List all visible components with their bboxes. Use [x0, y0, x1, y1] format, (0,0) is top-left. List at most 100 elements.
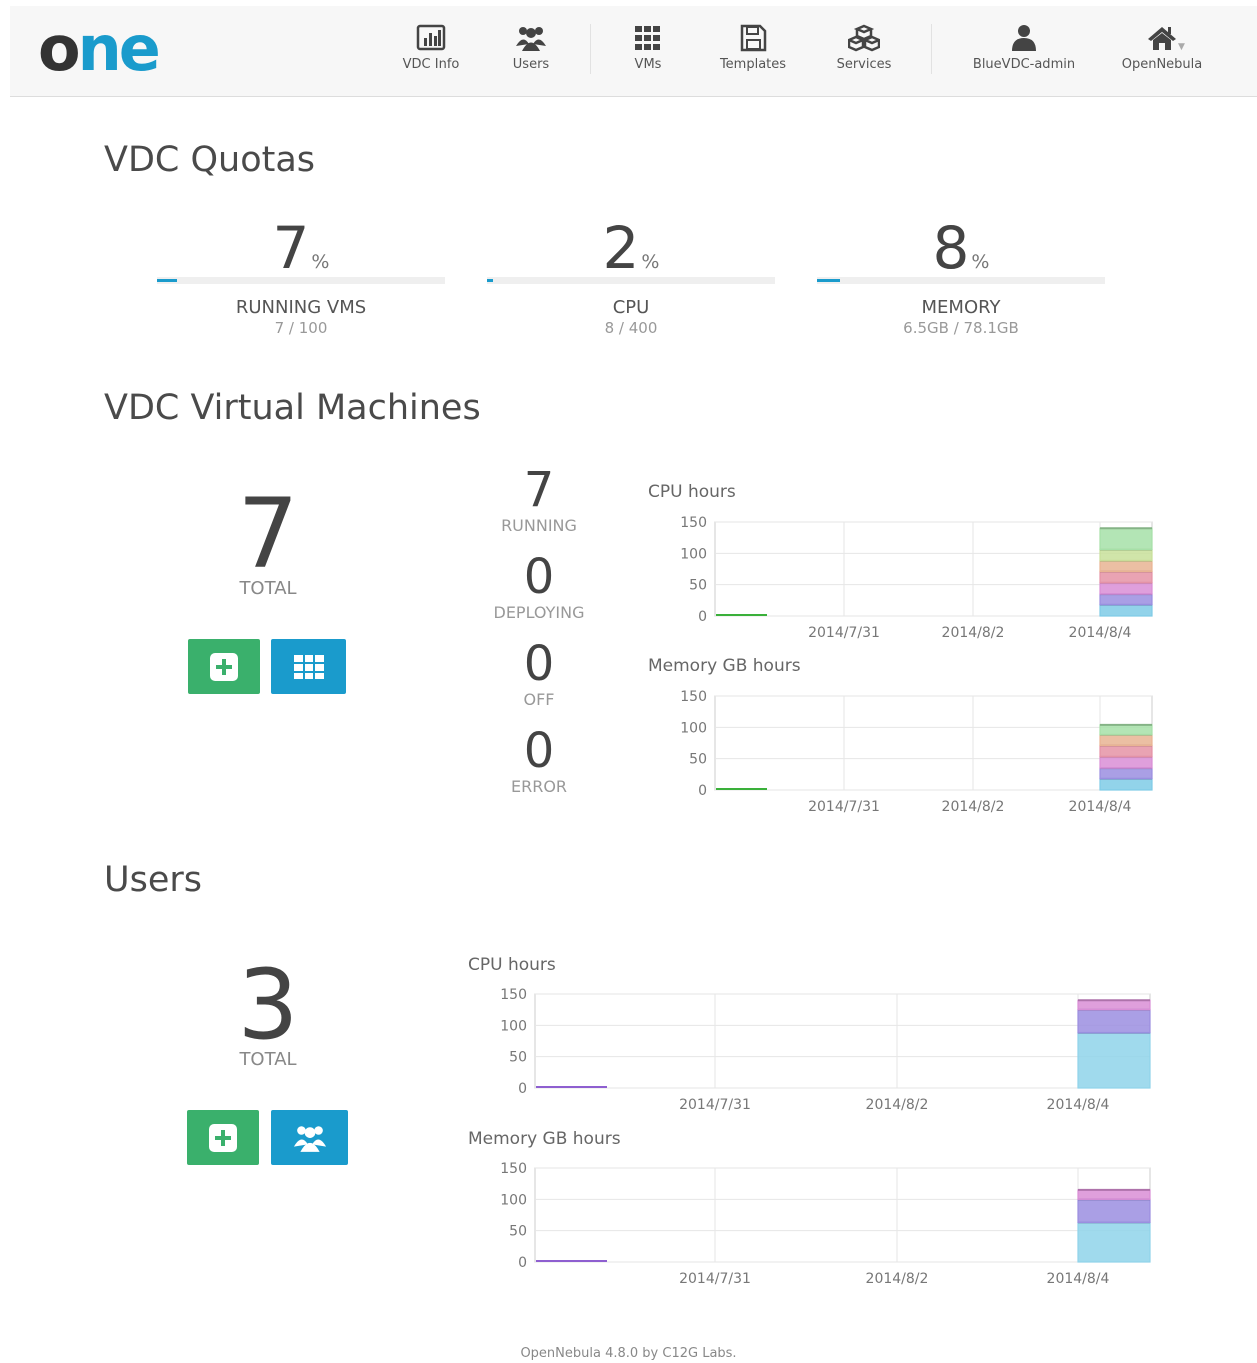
- quota-name: RUNNING VMS: [235, 297, 367, 318]
- vm-state-running: 7 RUNNING: [459, 466, 619, 535]
- nav-label: VDC Info: [402, 57, 460, 72]
- vm-state-deploying: 0 DEPLOYING: [459, 553, 619, 622]
- percent-sign: %: [311, 251, 330, 273]
- x-tick-label: 2014/7/31: [808, 799, 880, 814]
- y-tick-label: 150: [680, 515, 707, 531]
- quota-name: MEMORY: [921, 297, 1001, 318]
- stacked-bar-segment: [1099, 756, 1153, 769]
- bar-chart-icon: [416, 24, 446, 51]
- stacked-bar-segment: [1099, 767, 1153, 780]
- section-title-quotas: VDC Quotas: [104, 140, 316, 180]
- nav-label: BlueVDC-admin: [972, 57, 1076, 72]
- quota-usage: 8 / 400: [604, 319, 658, 337]
- section-title-vms: VDC Virtual Machines: [104, 388, 481, 428]
- y-tick-label: 100: [680, 720, 707, 736]
- stacked-bar-segment: [1077, 1198, 1151, 1224]
- x-tick-label: 2014/8/2: [866, 1271, 929, 1286]
- stacked-bar-segment: [1099, 560, 1153, 573]
- x-tick-label: 2014/8/2: [942, 799, 1005, 814]
- grid-icon: [293, 654, 324, 679]
- nav-vdc-info[interactable]: VDC Info: [391, 6, 471, 96]
- stacked-bar-segment: [1099, 548, 1153, 562]
- stacked-bar-segment: [1077, 1189, 1151, 1200]
- y-tick-label: 50: [689, 578, 707, 594]
- nav-users[interactable]: Users: [491, 6, 571, 96]
- plot-frame: [714, 521, 1153, 617]
- y-tick-label: 0: [518, 1255, 527, 1271]
- quota-memory: 8% MEMORY 6.5GB / 78.1GB: [817, 218, 1105, 348]
- stacked-bar-segment: [1077, 999, 1151, 1011]
- quota-name: CPU: [612, 297, 650, 318]
- user-cpu-hours-chart: 0 50 100 150 2014/7/31 2014/8/2 2014/8/4: [500, 987, 1151, 1112]
- vm-state-error: 0 ERROR: [459, 727, 619, 796]
- nav-label: VMs: [634, 57, 662, 72]
- y-tick-label: 0: [698, 783, 707, 799]
- plus-square-icon: [210, 652, 238, 681]
- x-tick-label: 2014/8/4: [1047, 1271, 1110, 1286]
- grid-icon: [635, 26, 660, 50]
- users-icon: [293, 1125, 326, 1152]
- percent-sign: %: [641, 251, 660, 273]
- plot-frame: [534, 993, 1151, 1089]
- users-list-button[interactable]: [271, 1110, 348, 1165]
- stacked-bar-segment: [1099, 734, 1153, 747]
- stacked-bar-segment: [1099, 604, 1153, 617]
- quota-running-vms: 7% RUNNING VMS 7 / 100: [157, 218, 445, 348]
- x-tick-label: 2014/7/31: [679, 1271, 751, 1286]
- chevron-down-icon: ▼: [1178, 42, 1185, 52]
- nav-vms[interactable]: VMs: [608, 6, 688, 96]
- state-count: 7: [523, 462, 555, 518]
- state-count: 0: [523, 549, 555, 605]
- quota-usage: 6.5GB / 78.1GB: [903, 319, 1019, 337]
- users-icon: [516, 27, 546, 51]
- nav-services[interactable]: Services: [822, 6, 906, 96]
- state-count: 0: [523, 636, 555, 692]
- chart-title: Memory GB hours: [648, 656, 801, 676]
- home-icon: [1148, 27, 1176, 50]
- state-label: DEPLOYING: [493, 603, 585, 622]
- x-tick-label: 2014/8/2: [866, 1097, 929, 1112]
- progress-fill: [157, 279, 178, 282]
- x-tick-label: 2014/8/4: [1069, 799, 1132, 814]
- plot-frame: [714, 695, 1153, 791]
- y-tick-label: 50: [509, 1050, 527, 1066]
- y-tick-label: 0: [698, 609, 707, 625]
- user-memory-hours-chart: 0 50 100 150 2014/7/31 2014/8/2 2014/8/4: [500, 1161, 1151, 1286]
- stacked-bar-segment: [1099, 527, 1153, 551]
- stacked-bar-segment: [1099, 744, 1153, 758]
- chart-title: CPU hours: [648, 482, 736, 502]
- y-tick-label: 150: [500, 987, 527, 1003]
- y-tick-label: 100: [680, 546, 707, 562]
- y-tick-label: 150: [680, 689, 707, 705]
- state-label: ERROR: [510, 777, 568, 796]
- progress-track: [487, 277, 775, 284]
- y-tick-label: 100: [500, 1192, 527, 1208]
- x-tick-label: 2014/8/4: [1047, 1097, 1110, 1112]
- progress-fill: [487, 279, 493, 282]
- nav-zone-menu[interactable]: ▼ OpenNebula: [1110, 6, 1214, 96]
- vm-memory-hours-chart: 0 50 100 150 2014/7/31 2014/8/2 2014/8/4: [680, 689, 1153, 814]
- nav-divider: [590, 24, 591, 74]
- stacked-bar-segment: [1077, 1032, 1151, 1089]
- cubes-icon: [848, 24, 880, 52]
- quota-usage: 7 / 100: [274, 319, 328, 337]
- nav-templates[interactable]: Templates: [708, 6, 798, 96]
- vms-list-button[interactable]: [271, 639, 346, 694]
- nav-label: Users: [512, 57, 550, 72]
- quota-value: 2: [602, 214, 640, 282]
- top-bar: one VDC Info Users VMs Templates Service…: [10, 6, 1257, 97]
- users-total-count: 3: [237, 949, 299, 1061]
- quota-value: 8: [932, 214, 970, 282]
- vm-state-off: 0 OFF: [459, 640, 619, 709]
- opennebula-logo[interactable]: one: [38, 14, 161, 84]
- stacked-bar-segment: [1077, 1221, 1151, 1263]
- chart-title: CPU hours: [468, 955, 556, 975]
- nav-divider: [931, 24, 932, 74]
- create-user-button[interactable]: [187, 1110, 259, 1165]
- x-tick-label: 2014/8/2: [942, 625, 1005, 640]
- stacked-bar-segment: [1099, 778, 1153, 791]
- nav-user-menu[interactable]: BlueVDC-admin: [965, 6, 1083, 96]
- nav-label: Templates: [719, 57, 787, 72]
- create-vm-button[interactable]: [188, 639, 260, 694]
- x-tick-label: 2014/7/31: [679, 1097, 751, 1112]
